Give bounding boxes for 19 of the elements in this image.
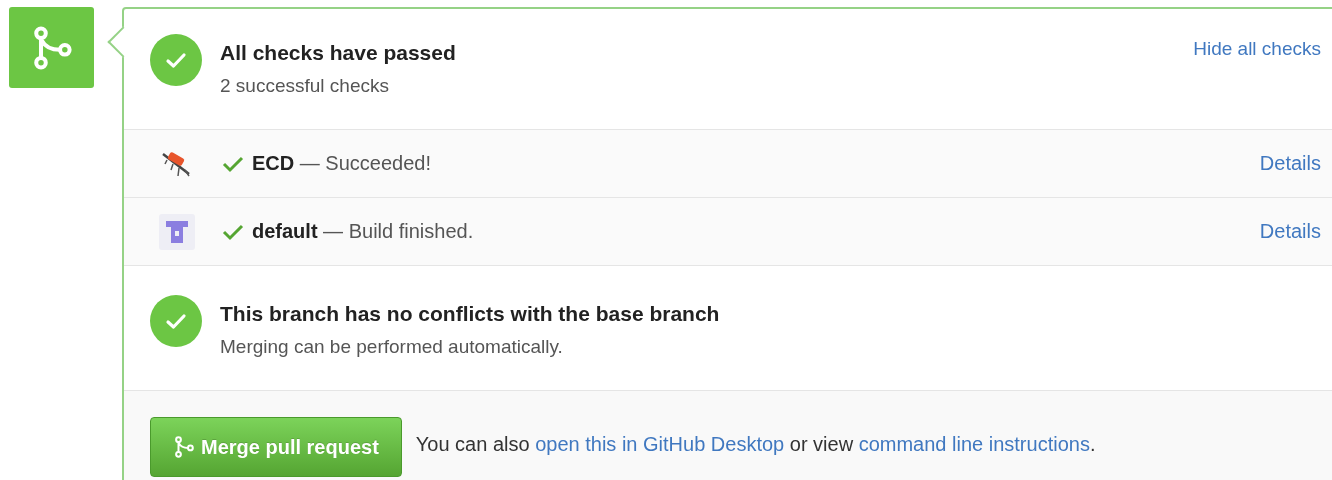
merge-button[interactable]: Merge pull request	[150, 417, 402, 477]
success-icon	[150, 295, 202, 347]
check-status: ECD — Succeeded!	[252, 152, 432, 175]
merge-options-text: You can also open this in GitHub Desktop or view command line instructions.	[415, 432, 1096, 456]
hide-checks-link[interactable]: Hide all checks	[1193, 34, 1321, 60]
success-icon	[150, 34, 202, 86]
check-status: default — Build finished.	[252, 220, 475, 243]
merge-status-title: This branch has no conflicts with the base branch	[220, 302, 721, 326]
check-icon	[222, 154, 244, 173]
merge-icon	[173, 436, 195, 458]
command-line-link[interactable]: command line instructions	[858, 433, 1090, 455]
desktop-link[interactable]: open this in GitHub Desktop	[535, 433, 785, 455]
details-link[interactable]: Details	[1259, 152, 1321, 175]
merge-status-text: Merging can be performed automatically.	[220, 336, 564, 358]
details-link[interactable]: Details	[1259, 220, 1321, 243]
checks-count: 2 successful checks	[220, 75, 390, 97]
avatar-icon	[159, 213, 195, 250]
check-icon	[222, 222, 244, 241]
checks-title: All checks have passed	[220, 41, 457, 65]
